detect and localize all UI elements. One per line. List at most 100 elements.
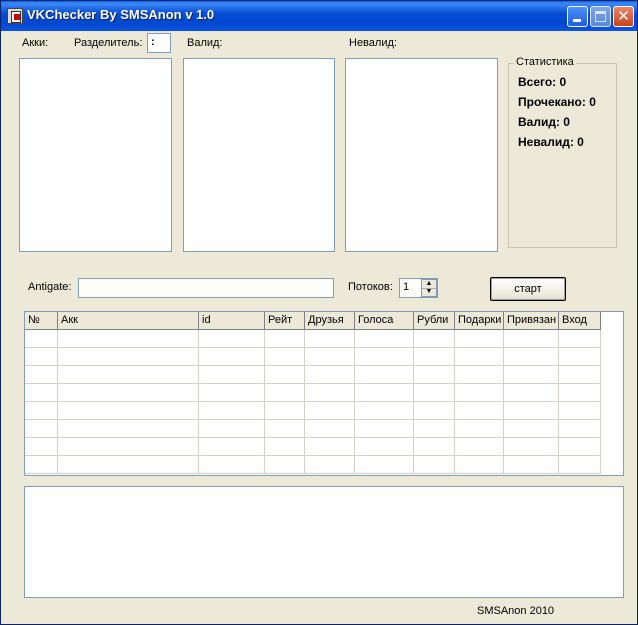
table-cell[interactable] [265, 438, 305, 456]
table-cell[interactable] [414, 384, 455, 402]
table-cell[interactable] [504, 456, 559, 474]
antigate-input[interactable] [78, 278, 334, 298]
log-textarea[interactable] [24, 486, 624, 598]
table-cell[interactable] [414, 366, 455, 384]
table-cell[interactable] [265, 348, 305, 366]
table-cell[interactable] [58, 330, 199, 348]
table-cell[interactable] [305, 330, 355, 348]
spin-down-icon[interactable]: ▼ [422, 288, 436, 296]
table-cell[interactable] [25, 420, 58, 438]
table-cell[interactable] [58, 420, 199, 438]
table-cell[interactable] [199, 402, 265, 420]
table-cell[interactable] [58, 438, 199, 456]
table-cell[interactable] [455, 420, 504, 438]
table-row[interactable] [25, 456, 601, 474]
col-header-linked[interactable]: Привязан [504, 312, 559, 330]
table-cell[interactable] [58, 402, 199, 420]
table-cell[interactable] [504, 384, 559, 402]
table-cell[interactable] [455, 348, 504, 366]
table-cell[interactable] [305, 420, 355, 438]
maximize-button[interactable] [590, 6, 611, 27]
table-row[interactable] [25, 384, 601, 402]
table-cell[interactable] [559, 402, 601, 420]
col-header-number[interactable]: № [25, 312, 58, 330]
table-cell[interactable] [455, 384, 504, 402]
col-header-friends[interactable]: Друзья [305, 312, 355, 330]
table-cell[interactable] [559, 420, 601, 438]
table-cell[interactable] [199, 330, 265, 348]
table-cell[interactable] [265, 402, 305, 420]
table-cell[interactable] [25, 366, 58, 384]
table-cell[interactable] [355, 402, 414, 420]
table-cell[interactable] [355, 420, 414, 438]
table-cell[interactable] [25, 384, 58, 402]
table-cell[interactable] [265, 420, 305, 438]
table-cell[interactable] [355, 438, 414, 456]
table-row[interactable] [25, 402, 601, 420]
table-row[interactable] [25, 438, 601, 456]
table-cell[interactable] [199, 420, 265, 438]
table-cell[interactable] [414, 420, 455, 438]
table-cell[interactable] [559, 438, 601, 456]
invalid-textarea[interactable] [345, 58, 498, 252]
table-cell[interactable] [559, 456, 601, 474]
table-cell[interactable] [25, 456, 58, 474]
table-cell[interactable] [199, 384, 265, 402]
col-header-rating[interactable]: Рейт [265, 312, 305, 330]
table-cell[interactable] [58, 384, 199, 402]
table-cell[interactable] [414, 402, 455, 420]
col-header-gifts[interactable]: Подарки [455, 312, 504, 330]
table-cell[interactable] [305, 384, 355, 402]
table-cell[interactable] [305, 438, 355, 456]
start-button[interactable]: старт [490, 277, 566, 301]
table-cell[interactable] [559, 348, 601, 366]
title-bar[interactable]: VKChecker By SMSAnon v 1.0 ✕ [1, 1, 637, 31]
table-cell[interactable] [455, 456, 504, 474]
table-cell[interactable] [265, 366, 305, 384]
table-cell[interactable] [414, 438, 455, 456]
table-cell[interactable] [58, 366, 199, 384]
table-cell[interactable] [305, 348, 355, 366]
table-cell[interactable] [305, 366, 355, 384]
app-icon[interactable] [7, 8, 23, 24]
close-button[interactable]: ✕ [613, 6, 634, 27]
table-cell[interactable] [25, 330, 58, 348]
table-cell[interactable] [504, 438, 559, 456]
col-header-login[interactable]: Вход [559, 312, 601, 330]
table-cell[interactable] [199, 456, 265, 474]
table-cell[interactable] [504, 366, 559, 384]
minimize-button[interactable] [567, 6, 588, 27]
table-cell[interactable] [414, 456, 455, 474]
table-cell[interactable] [559, 330, 601, 348]
table-cell[interactable] [455, 330, 504, 348]
table-cell[interactable] [355, 366, 414, 384]
table-cell[interactable] [305, 402, 355, 420]
table-cell[interactable] [455, 366, 504, 384]
table-cell[interactable] [504, 348, 559, 366]
table-cell[interactable] [504, 420, 559, 438]
table-cell[interactable] [199, 438, 265, 456]
table-cell[interactable] [58, 456, 199, 474]
col-header-votes[interactable]: Голоса [355, 312, 414, 330]
table-cell[interactable] [414, 348, 455, 366]
results-grid[interactable]: № Акк id Рейт Друзья Голоса Рубли Подарк… [24, 311, 624, 476]
table-cell[interactable] [265, 384, 305, 402]
table-cell[interactable] [455, 438, 504, 456]
table-row[interactable] [25, 420, 601, 438]
accounts-textarea[interactable] [19, 58, 172, 252]
valid-textarea[interactable] [183, 58, 335, 252]
table-cell[interactable] [504, 330, 559, 348]
table-cell[interactable] [199, 348, 265, 366]
table-cell[interactable] [355, 456, 414, 474]
col-header-rubles[interactable]: Рубли [414, 312, 455, 330]
table-cell[interactable] [25, 348, 58, 366]
table-row[interactable] [25, 330, 601, 348]
table-cell[interactable] [559, 384, 601, 402]
table-cell[interactable] [265, 330, 305, 348]
table-cell[interactable] [305, 456, 355, 474]
table-cell[interactable] [355, 348, 414, 366]
col-header-account[interactable]: Акк [58, 312, 199, 330]
table-cell[interactable] [504, 402, 559, 420]
table-cell[interactable] [25, 402, 58, 420]
table-cell[interactable] [58, 348, 199, 366]
